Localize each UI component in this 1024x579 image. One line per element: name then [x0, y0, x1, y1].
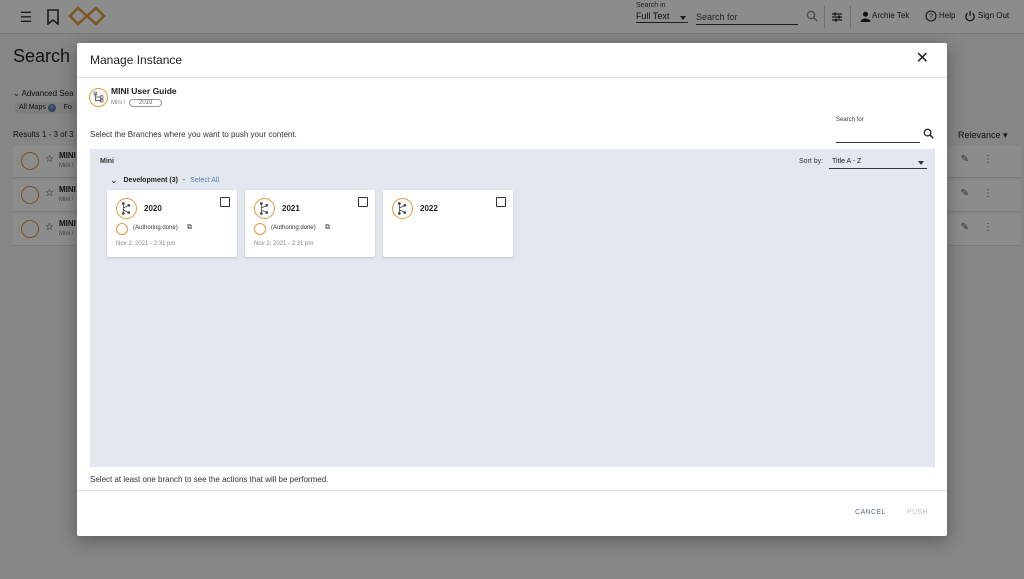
caret-down-icon [918, 161, 924, 165]
instruction-text: Select the Branches where you want to pu… [90, 130, 297, 139]
select-all-link[interactable]: Select All [190, 177, 219, 184]
sort-value: Title A - Z [832, 158, 862, 165]
branch-name: 2021 [282, 204, 300, 213]
status-map-icon [254, 223, 266, 235]
branch-checkbox[interactable] [358, 197, 368, 207]
open-external-icon[interactable]: ⧉ [187, 224, 192, 232]
branch-status: (Authoring:done) [271, 225, 316, 231]
branch-card[interactable]: 2020 (Authoring:done) ⧉ Nov 2, 2021 - 2:… [107, 190, 237, 257]
open-external-icon[interactable]: ⧉ [325, 224, 330, 232]
branch-search-input[interactable] [836, 127, 920, 143]
map-version-badge: 2019 [129, 99, 163, 107]
branch-date: Nov 2, 2021 - 2:31 pm [116, 241, 176, 247]
group-name: Development (3) [123, 177, 178, 184]
dialog-title: Manage Instance [90, 53, 183, 67]
close-icon[interactable]: ✕ [916, 51, 929, 67]
branch-name: 2022 [420, 204, 438, 213]
chevron-down-icon[interactable]: ⌄ [110, 175, 118, 186]
branch-card[interactable]: 2022 [383, 190, 513, 257]
map-icon [89, 88, 108, 107]
branch-icon [254, 198, 275, 219]
footer-message: Select at least one branch to see the ac… [90, 475, 329, 484]
dialog-header: Manage Instance ✕ [77, 43, 947, 78]
group-separator: - [182, 177, 186, 184]
status-map-icon [116, 223, 128, 235]
map-path: Mini / [111, 100, 126, 106]
branch-date: Nov 2, 2021 - 2:31 pm [254, 241, 314, 247]
divider [77, 490, 947, 491]
search-label: Search for [836, 117, 864, 123]
branch-checkbox[interactable] [496, 197, 506, 207]
cancel-button[interactable]: CANCEL [855, 509, 886, 516]
branch-checkbox[interactable] [220, 197, 230, 207]
search-icon[interactable] [923, 128, 934, 139]
map-path-line: Mini / 2019 [111, 99, 163, 107]
sort-label: Sort by: [799, 158, 824, 165]
branch-icon [116, 198, 137, 219]
branch-status: (Authoring:done) [133, 225, 178, 231]
manage-instance-dialog: Manage Instance ✕ MINI User Guide Mini /… [77, 43, 947, 536]
branches-panel: Mini Sort by: Title A - Z ⌄ Development … [90, 149, 935, 467]
sort-select[interactable]: Title A - Z [829, 155, 927, 169]
branch-card[interactable]: 2021 (Authoring:done) ⧉ Nov 2, 2021 - 2:… [245, 190, 375, 257]
product-title: Mini [100, 158, 114, 165]
map-name: MINI User Guide [111, 86, 177, 96]
branch-group-header[interactable]: ⌄ Development (3) - Select All [110, 174, 219, 185]
branch-name: 2020 [144, 204, 162, 213]
push-button[interactable]: PUSH [907, 509, 928, 516]
branch-icon [392, 198, 413, 219]
